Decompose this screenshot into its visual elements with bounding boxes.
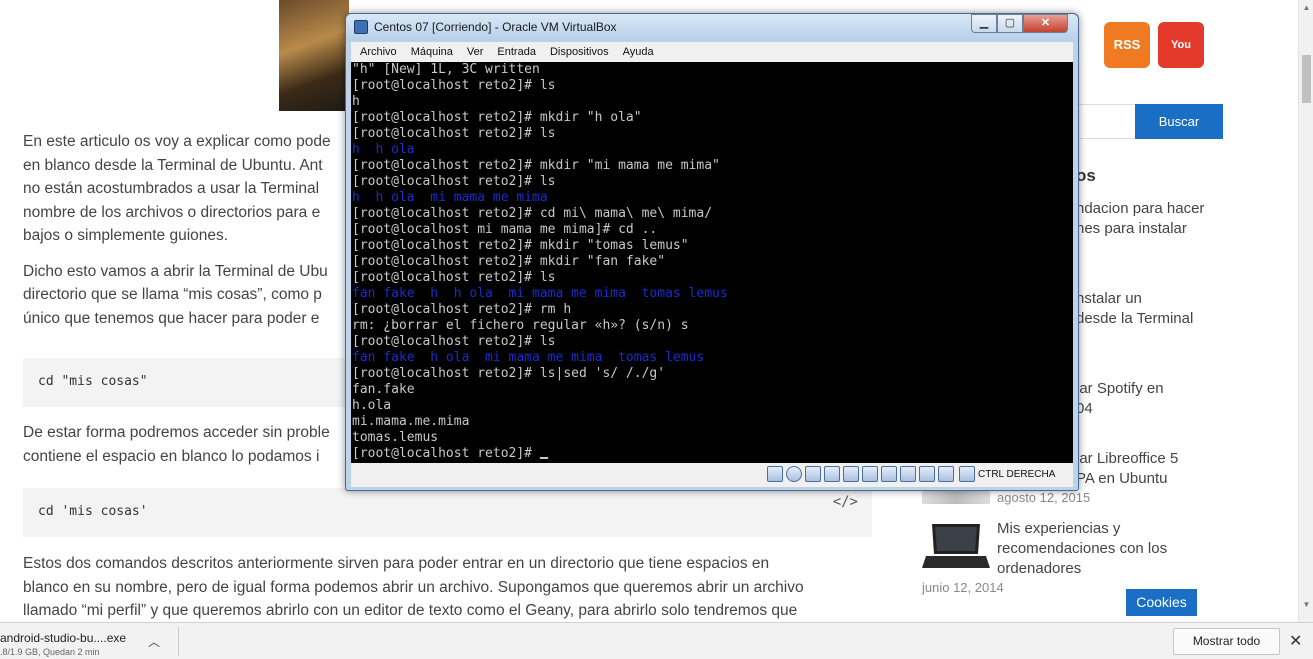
- display-icon[interactable]: [881, 466, 897, 482]
- youtube-button[interactable]: You Tube: [1158, 22, 1204, 97]
- code-text: cd 'mis cosas': [38, 504, 148, 519]
- virtualization-icon[interactable]: [919, 466, 935, 482]
- terminal-line: [root@localhost reto2]# ls: [352, 78, 556, 93]
- menu-item-ver[interactable]: Ver: [458, 42, 489, 58]
- menu-item-entrada[interactable]: Entrada: [488, 42, 541, 58]
- terminal-line: [root@localhost reto2]# mkdir "h ola": [352, 110, 642, 125]
- article-header-image: [279, 0, 349, 111]
- host-key-label: CTRL DERECHA: [978, 469, 1056, 480]
- terminal-cursor: [539, 457, 548, 459]
- rss-button[interactable]: RSS: [1104, 22, 1150, 68]
- terminal-line: [root@localhost mi mama me mima]# cd ..: [352, 222, 658, 237]
- virtualbox-icon: [354, 20, 368, 34]
- shared-folders-icon[interactable]: [862, 466, 878, 482]
- terminal-line: [root@localhost reto2]# ls|sed 's/ /./g': [352, 366, 666, 381]
- cookies-button[interactable]: Cookies: [1126, 589, 1197, 616]
- terminal-line: [root@localhost reto2]# ls: [352, 174, 556, 189]
- terminal-line: h h ola mi mama me mima: [352, 190, 548, 205]
- terminal-line: [root@localhost reto2]# mkdir "tomas lem…: [352, 238, 689, 253]
- terminal-line: fan.fake: [352, 382, 415, 397]
- youtube-icon: You Tube: [1168, 39, 1194, 97]
- download-file-name[interactable]: android-studio-bu....exe: [0, 631, 126, 645]
- terminal-line: [root@localhost reto2]# rm h: [352, 302, 572, 317]
- menu-item-archivo[interactable]: Archivo: [351, 42, 402, 58]
- network-icon[interactable]: [824, 466, 840, 482]
- menu-item-dispositivos[interactable]: Dispositivos: [541, 42, 614, 58]
- close-icon[interactable]: ✕: [1023, 14, 1068, 33]
- maximize-icon[interactable]: ▢: [997, 14, 1023, 33]
- chevron-up-icon[interactable]: ︿: [148, 633, 160, 650]
- video-capture-icon[interactable]: [900, 466, 916, 482]
- sidebar-post-link-3[interactable]: lar Spotify en 04: [1076, 379, 1226, 419]
- minimize-icon[interactable]: ▁: [971, 14, 997, 33]
- keyboard-capture-icon[interactable]: [959, 466, 975, 482]
- download-bar: android-studio-bu....exe .8/1.9 GB, Qued…: [0, 622, 1313, 659]
- show-all-button[interactable]: Mostrar todo: [1173, 628, 1280, 655]
- terminal-line: h h ola: [352, 142, 415, 157]
- terminal-line: h: [352, 94, 360, 109]
- post-date: junio 12, 2014: [922, 580, 1004, 595]
- terminal-line: [root@localhost reto2]# mkdir "fan fake": [352, 254, 666, 269]
- window-title-bar[interactable]: Centos 07 [Corriendo] - Oracle VM Virtua…: [346, 14, 1078, 41]
- terminal-line: fan fake h ola mi mama me mima tomas lem…: [352, 350, 705, 365]
- code-text: cd "mis cosas": [38, 374, 148, 389]
- code-block-2: cd 'mis cosas' </>: [23, 488, 872, 537]
- code-view-icon[interactable]: </>: [833, 494, 858, 510]
- sidebar-post-link-4[interactable]: lar Libreoffice 5 PA en Ubuntu: [1076, 449, 1226, 489]
- terminal-line: [root@localhost reto2]#: [352, 446, 1073, 462]
- terminal-line: mi.mama.me.mima: [352, 414, 470, 429]
- terminal-line: tomas.lemus: [352, 430, 439, 445]
- terminal-line: "h" [New] 1L, 3C written: [352, 62, 540, 77]
- terminal-line: [root@localhost reto2]# mkdir "mi mama m…: [352, 158, 720, 173]
- optical-drive-icon[interactable]: [786, 466, 802, 482]
- page-scrollbar[interactable]: ▲ ▼: [1298, 0, 1313, 622]
- close-icon[interactable]: ✕: [1289, 631, 1302, 651]
- search-input[interactable]: [1076, 104, 1136, 139]
- terminal-line: rm: ¿borrar el fichero regular «h»? (s/n…: [352, 318, 689, 333]
- menu-item-ayuda[interactable]: Ayuda: [614, 42, 659, 58]
- usb-icon[interactable]: [843, 466, 859, 482]
- scroll-down-icon[interactable]: ▼: [1302, 600, 1311, 609]
- terminal-line: fan fake h h ola mi mama me mima tomas l…: [352, 286, 728, 301]
- menu-item-maquina[interactable]: Máquina: [402, 42, 458, 58]
- divider: [178, 627, 179, 656]
- sidebar-post-link-2[interactable]: nstalar un desde la Terminal: [1076, 289, 1226, 329]
- status-bar: CTRL DERECHA: [351, 463, 1073, 487]
- mouse-integration-icon[interactable]: [938, 466, 954, 482]
- search-button[interactable]: Buscar: [1135, 104, 1223, 139]
- article-paragraph-4: Estos dos comandos descritos anteriormen…: [23, 555, 804, 619]
- sidebar-post-link-5[interactable]: Mis experiencias y recomendaciones con l…: [997, 519, 1207, 579]
- menu-bar: Archivo Máquina Ver Entrada Dispositivos Ayud…: [351, 42, 1073, 62]
- audio-icon[interactable]: [805, 466, 821, 482]
- scroll-up-icon[interactable]: ▲: [1302, 3, 1311, 12]
- terminal-line: [root@localhost reto2]# ls: [352, 270, 556, 285]
- terminal-screen[interactable]: "h" [New] 1L, 3C written [root@localhost …: [351, 62, 1073, 463]
- post-date: agosto 12, 2015: [997, 490, 1091, 505]
- download-status: .8/1.9 GB, Quedan 2 min: [0, 647, 100, 657]
- virtualbox-window: Centos 07 [Corriendo] - Oracle VM Virtua…: [345, 13, 1079, 491]
- scrollbar-thumb[interactable]: [1302, 55, 1311, 103]
- sidebar-post-link-1[interactable]: ndacion para hacer nes para instalar: [1076, 199, 1226, 239]
- rss-icon: RSS: [1113, 37, 1141, 52]
- terminal-line: [root@localhost reto2]# ls: [352, 334, 556, 349]
- terminal-line: h.ola: [352, 398, 392, 413]
- terminal-line: [root@localhost reto2]# cd mi\ mama\ me\…: [352, 206, 713, 221]
- laptop-thumbnail[interactable]: [922, 522, 990, 572]
- window-title: Centos 07 [Corriendo] - Oracle VM Virtua…: [374, 20, 617, 34]
- terminal-line: [root@localhost reto2]# ls: [352, 126, 556, 141]
- hard-disk-icon[interactable]: [767, 466, 783, 482]
